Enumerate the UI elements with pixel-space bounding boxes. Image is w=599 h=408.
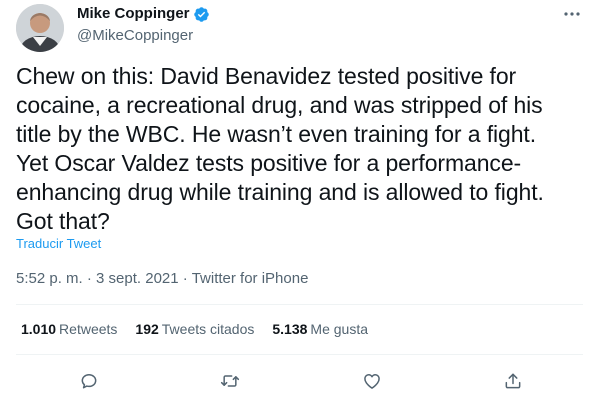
avatar[interactable] [16,4,64,52]
likes-stat[interactable]: 5.138 Me gusta [272,321,368,337]
divider [16,304,583,305]
tweet-actions [0,368,599,398]
translate-tweet-link[interactable]: Traducir Tweet [16,236,101,251]
likes-label: Me gusta [310,321,369,337]
retweets-stat[interactable]: 1.010 Retweets [21,321,117,337]
more-icon[interactable] [561,4,583,24]
tweet-text: Chew on this: David Benavidez tested pos… [16,63,544,234]
retweets-count: 1.010 [21,321,57,337]
quotes-stat[interactable]: 192 Tweets citados [135,321,254,337]
reply-icon [79,371,99,396]
retweet-button[interactable] [215,368,245,398]
quotes-label: Tweets citados [161,321,255,337]
tweet-source[interactable]: Twitter for iPhone [192,270,309,287]
tweet-meta: 5:52 p. m. · 3 sept. 2021 · Twitter for … [16,270,308,287]
quotes-count: 192 [135,321,159,337]
tweet-time[interactable]: 5:52 p. m. [16,270,83,287]
verified-badge-icon [193,6,210,23]
meta-separator: · [178,270,192,287]
divider [16,354,583,355]
author-handle[interactable]: @MikeCoppinger [77,26,193,46]
likes-count: 5.138 [272,321,308,337]
tweet-date[interactable]: 3 sept. 2021 [96,270,179,287]
tweet-stats: 1.010 Retweets 192 Tweets citados 5.138 Me … [21,321,386,337]
retweet-icon [219,371,241,396]
reply-button[interactable] [74,368,104,398]
meta-separator: · [82,270,97,287]
retweets-label: Retweets [59,321,118,337]
share-icon [503,371,523,396]
like-icon [362,371,382,396]
share-button[interactable] [498,368,528,398]
author-name[interactable]: Mike Coppinger [77,4,190,24]
like-button[interactable] [357,368,387,398]
